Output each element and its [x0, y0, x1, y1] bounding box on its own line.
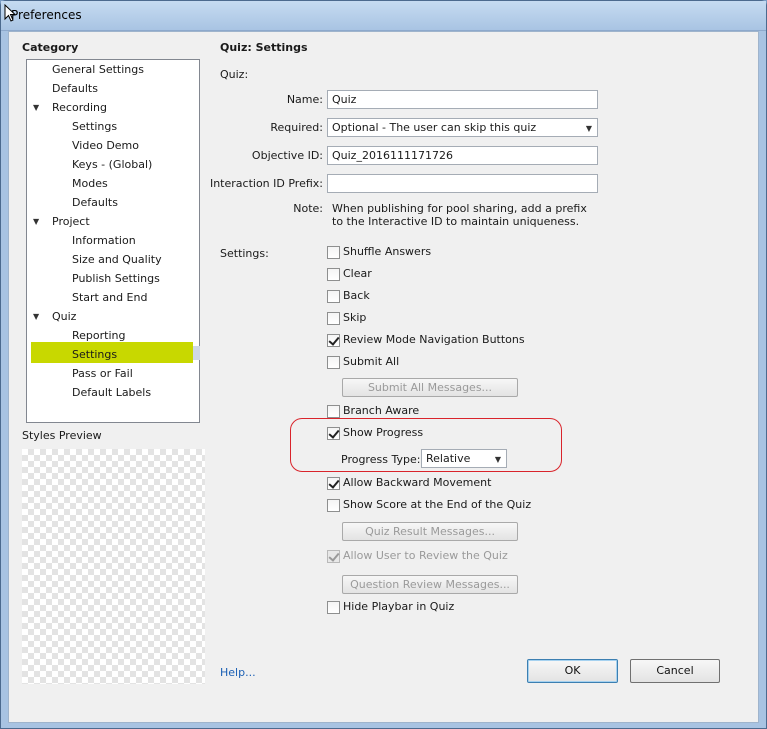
back-checkbox[interactable] [327, 290, 340, 303]
tree-item-reporting[interactable]: Reporting [72, 326, 125, 345]
chevron-down-icon: ▼ [585, 124, 592, 133]
category-heading: Category [22, 41, 79, 54]
help-link[interactable]: Help... [220, 666, 256, 679]
required-select-value: Optional - The user can skip this quiz [332, 121, 537, 134]
interaction-id-prefix-input[interactable] [327, 174, 598, 193]
allow-user-review-checkbox[interactable] [327, 550, 340, 563]
tree-item-defaults[interactable]: Defaults [52, 79, 98, 98]
tree-item-project[interactable]: Project [52, 212, 90, 231]
title-bar[interactable]: Preferences [1, 1, 766, 31]
annotation-highlight-ring [290, 418, 562, 472]
allow-backward-movement-label[interactable]: Allow Backward Movement [343, 476, 491, 490]
tree-item-recording[interactable]: Recording [52, 98, 107, 117]
branch-aware-checkbox[interactable] [327, 405, 340, 418]
allow-user-review-label[interactable]: Allow User to Review the Quiz [343, 549, 508, 563]
back-label[interactable]: Back [343, 289, 370, 303]
tree-item-modes[interactable]: Modes [72, 174, 108, 193]
tree-item-keys-global[interactable]: Keys - (Global) [72, 155, 152, 174]
hide-playbar-label[interactable]: Hide Playbar in Quiz [343, 600, 454, 614]
objective-id-label: Objective ID: [251, 149, 323, 162]
question-review-messages-button[interactable]: Question Review Messages... [342, 575, 518, 594]
skip-checkbox[interactable] [327, 312, 340, 325]
review-mode-navigation-label[interactable]: Review Mode Navigation Buttons [343, 333, 525, 347]
preferences-window: Preferences Category General Settings De… [0, 0, 767, 729]
tree-item-information[interactable]: Information [72, 231, 136, 250]
submit-all-messages-button[interactable]: Submit All Messages... [342, 378, 518, 397]
tree-item-general-settings[interactable]: General Settings [52, 60, 144, 79]
show-score-label[interactable]: Show Score at the End of the Quiz [343, 498, 531, 512]
review-mode-navigation-checkbox[interactable] [327, 334, 340, 347]
tree-item-start-and-end[interactable]: Start and End [72, 288, 147, 307]
name-label: Name: [286, 93, 323, 106]
tree-item-quiz-settings[interactable]: Settings [72, 345, 117, 364]
tree-item-recording-defaults[interactable]: Defaults [72, 193, 118, 212]
objective-id-input[interactable]: Quiz_2016111171726 [327, 146, 598, 165]
tree-item-quiz[interactable]: Quiz [52, 307, 76, 326]
quiz-result-messages-button[interactable]: Quiz Result Messages... [342, 522, 518, 541]
required-select[interactable]: Optional - The user can skip this quiz ▼ [327, 118, 598, 137]
quiz-section-label: Quiz: [220, 68, 249, 81]
dialog-body: Category General Settings Defaults ▼ Rec… [8, 31, 759, 723]
tree-item-size-and-quality[interactable]: Size and Quality [72, 250, 162, 269]
allow-backward-movement-checkbox[interactable] [327, 477, 340, 490]
tree-item-recording-settings[interactable]: Settings [72, 117, 117, 136]
required-label: Required: [270, 121, 323, 134]
interaction-id-prefix-label: Interaction ID Prefix: [209, 177, 323, 190]
hide-playbar-checkbox[interactable] [327, 601, 340, 614]
clear-checkbox[interactable] [327, 268, 340, 281]
category-tree[interactable]: General Settings Defaults ▼ Recording Se… [26, 59, 200, 423]
tree-item-pass-or-fail[interactable]: Pass or Fail [72, 364, 133, 383]
tree-item-video-demo[interactable]: Video Demo [72, 136, 139, 155]
mouse-cursor-icon [4, 4, 16, 22]
expand-arrow-icon[interactable]: ▼ [33, 307, 39, 326]
shuffle-answers-label[interactable]: Shuffle Answers [343, 245, 431, 259]
expand-arrow-icon[interactable]: ▼ [33, 212, 39, 231]
tree-item-default-labels[interactable]: Default Labels [72, 383, 151, 402]
clear-label[interactable]: Clear [343, 267, 372, 281]
page-title: Quiz: Settings [220, 41, 308, 54]
shuffle-answers-checkbox[interactable] [327, 246, 340, 259]
cancel-button[interactable]: Cancel [630, 659, 720, 683]
tree-item-publish-settings[interactable]: Publish Settings [72, 269, 160, 288]
note-line-1: When publishing for pool sharing, add a … [332, 202, 587, 215]
tree-selection-tail [193, 346, 200, 360]
branch-aware-label[interactable]: Branch Aware [343, 404, 419, 418]
ok-button[interactable]: OK [527, 659, 618, 683]
styles-preview-label: Styles Preview [22, 429, 102, 442]
note-label: Note: [293, 202, 323, 215]
show-score-checkbox[interactable] [327, 499, 340, 512]
window-title: Preferences [11, 8, 82, 22]
skip-label[interactable]: Skip [343, 311, 366, 325]
styles-preview-pane [22, 449, 205, 684]
note-line-2: to the Interactive ID to maintain unique… [332, 215, 580, 228]
submit-all-label[interactable]: Submit All [343, 355, 399, 369]
expand-arrow-icon[interactable]: ▼ [33, 98, 39, 117]
settings-label: Settings: [220, 247, 269, 260]
submit-all-checkbox[interactable] [327, 356, 340, 369]
name-input[interactable]: Quiz [327, 90, 598, 109]
